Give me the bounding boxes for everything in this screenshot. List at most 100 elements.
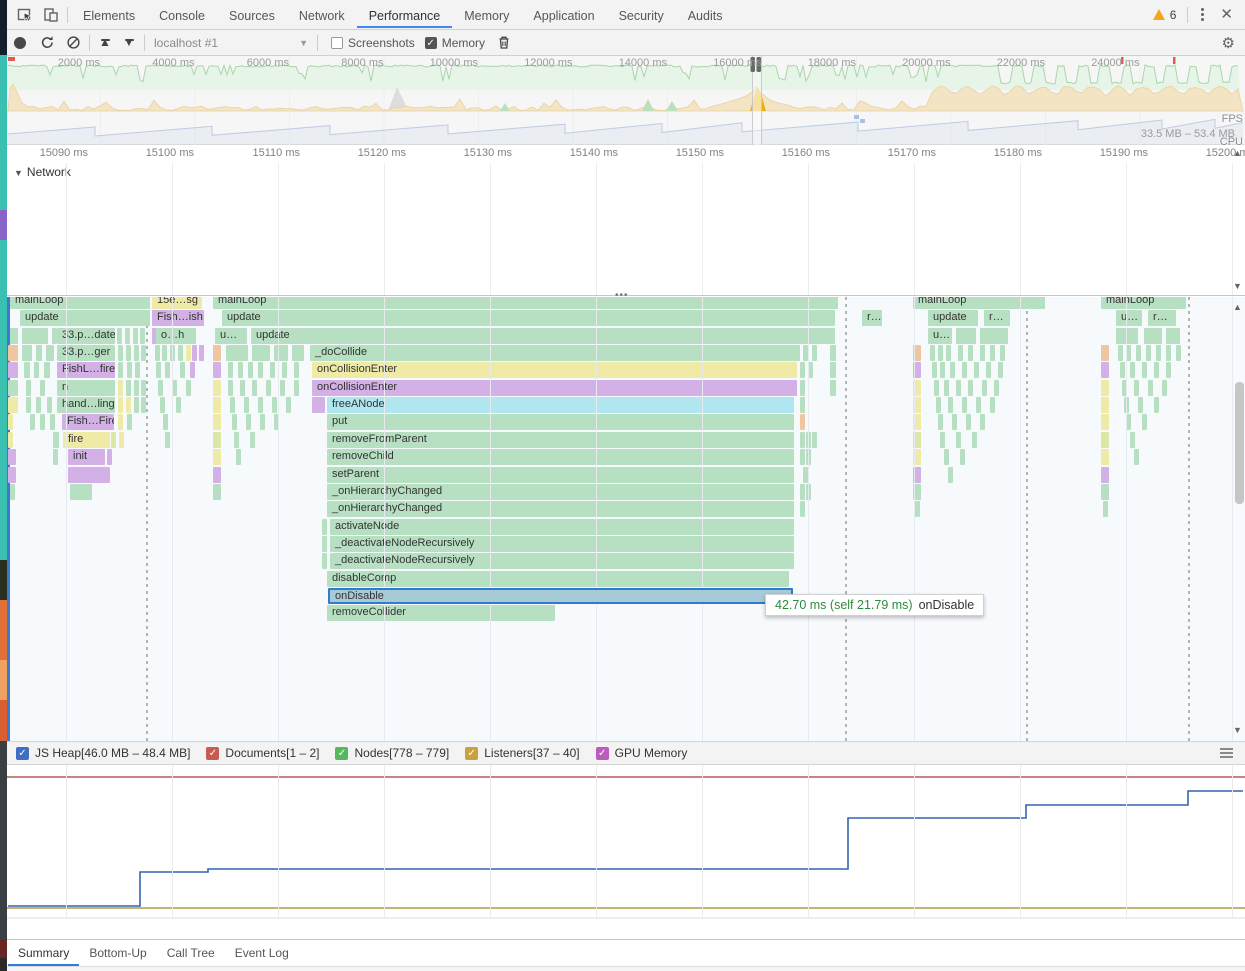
flame-bar[interactable] — [47, 397, 52, 414]
tab-network[interactable]: Network — [287, 1, 357, 28]
flame-bar[interactable] — [8, 466, 16, 483]
flame-bar[interactable] — [998, 362, 1003, 379]
flame-bar[interactable] — [8, 379, 18, 396]
flame-bar-fire[interactable]: fire — [63, 431, 110, 448]
legend-checkbox[interactable]: ✓ — [595, 746, 609, 760]
flame-bar[interactable] — [1130, 431, 1135, 448]
flame-bar[interactable] — [956, 379, 961, 396]
flame-bar[interactable] — [118, 362, 123, 379]
flame-bar[interactable] — [133, 327, 138, 344]
flame-bar-r…[interactable]: r… — [1148, 310, 1176, 327]
flame-scroll-up-icon[interactable]: ▲ — [1233, 302, 1242, 312]
flame-bar[interactable] — [213, 379, 221, 396]
flame-bar[interactable] — [940, 362, 945, 379]
flame-bar[interactable] — [248, 362, 253, 379]
flame-bar[interactable] — [118, 345, 123, 362]
flame-bar[interactable] — [213, 345, 221, 362]
flame-bar[interactable] — [246, 414, 251, 431]
load-profile-button[interactable]: ▲ — [93, 36, 117, 48]
flame-bar[interactable] — [8, 397, 18, 414]
tab-performance[interactable]: Performance — [357, 1, 453, 28]
network-section-toggle[interactable]: ▼ Network — [14, 165, 71, 179]
flame-bar[interactable] — [1142, 362, 1147, 379]
flame-bar[interactable] — [800, 414, 805, 431]
timeline-overview[interactable]: 2000 ms 4000 ms 6000 ms 8000 ms 10000 ms 1200… — [0, 56, 1245, 174]
flame-bar[interactable] — [1154, 397, 1159, 414]
flame-bar[interactable] — [244, 397, 249, 414]
flame-bar[interactable] — [141, 379, 146, 396]
flame-bar[interactable] — [126, 397, 131, 414]
flame-bar-removeFromParent[interactable]: removeFromParent — [327, 431, 794, 448]
flame-bar[interactable] — [118, 414, 123, 431]
flame-bar-init[interactable]: init — [68, 449, 105, 466]
flame-bar[interactable] — [141, 397, 146, 414]
flame-bar[interactable] — [294, 362, 299, 379]
flame-bar[interactable] — [800, 483, 805, 500]
scroll-down-icon[interactable]: ▼ — [1233, 281, 1242, 291]
flame-bar[interactable] — [994, 379, 999, 396]
flame-bar-_deactivateNodeRecursively[interactable]: _deactivateNodeRecursively — [330, 553, 794, 570]
flame-bar[interactable] — [1144, 327, 1162, 344]
screenshots-label[interactable]: Screenshots — [348, 36, 415, 50]
flame-bar[interactable] — [260, 414, 265, 431]
flame-bar[interactable] — [140, 327, 145, 344]
flame-bar[interactable] — [974, 362, 979, 379]
flame-bar[interactable] — [213, 449, 221, 466]
target-select[interactable]: localhost #1 ▼ — [154, 36, 314, 50]
flame-bar[interactable] — [134, 397, 139, 414]
flame-bar[interactable] — [192, 345, 197, 362]
screenshots-checkbox[interactable] — [331, 36, 343, 49]
flame-bar-put[interactable]: put — [327, 414, 794, 431]
flame-bar-disableComp[interactable]: disableComp — [327, 570, 789, 587]
flame-bar[interactable] — [270, 362, 275, 379]
flame-bar[interactable] — [8, 362, 18, 379]
flame-bar[interactable] — [932, 362, 937, 379]
flame-bar[interactable] — [34, 362, 39, 379]
flame-bar-removeChild[interactable]: removeChild — [327, 449, 794, 466]
flame-bar[interactable] — [22, 345, 32, 362]
flame-bar[interactable] — [1156, 345, 1161, 362]
flame-bar[interactable] — [272, 397, 277, 414]
flame-bar-setParent[interactable]: setParent — [327, 466, 794, 483]
flame-bar[interactable] — [966, 414, 971, 431]
flame-bar[interactable] — [940, 431, 945, 448]
flame-bar[interactable] — [162, 345, 167, 362]
flame-bar-r…[interactable]: r… — [984, 310, 1010, 327]
flame-bar[interactable] — [126, 379, 131, 396]
flame-bar[interactable] — [1101, 449, 1109, 466]
flame-bar[interactable] — [322, 518, 327, 535]
flame-bar-u…[interactable]: u… — [928, 327, 952, 344]
flame-bar-15e…sg[interactable]: 15e…sg — [152, 297, 202, 309]
flame-bar[interactable] — [228, 379, 233, 396]
settings-gear-icon[interactable]: ⚙ — [1222, 34, 1235, 52]
flame-bar[interactable] — [1118, 345, 1123, 362]
flame-bar-Fish…Fire[interactable]: Fish…Fire — [62, 414, 114, 431]
flame-bar[interactable] — [24, 362, 30, 379]
details-tab-bottom-up[interactable]: Bottom-Up — [79, 940, 156, 966]
flame-bar[interactable] — [956, 431, 961, 448]
flame-bar[interactable] — [1101, 397, 1109, 414]
flame-bar[interactable] — [936, 397, 941, 414]
flame-bar[interactable] — [990, 397, 995, 414]
tab-sources[interactable]: Sources — [217, 1, 287, 28]
flame-bar[interactable] — [238, 362, 243, 379]
flame-bar[interactable] — [141, 345, 146, 362]
flame-bar[interactable] — [266, 379, 271, 396]
flame-bar[interactable] — [958, 345, 963, 362]
flame-bar[interactable] — [812, 431, 817, 448]
flame-bar-mainLoop[interactable]: mainLoop — [913, 297, 1045, 309]
flame-bar[interactable] — [252, 379, 257, 396]
flame-bar[interactable] — [1101, 466, 1109, 483]
flame-bar[interactable] — [163, 414, 168, 431]
legend-checkbox[interactable]: ✓ — [16, 746, 29, 760]
flame-bar-u…[interactable]: u… — [215, 327, 247, 344]
flame-bar-activateNode[interactable]: activateNode — [330, 518, 794, 535]
details-tab-event-log[interactable]: Event Log — [225, 940, 299, 966]
flame-bar[interactable] — [1142, 414, 1147, 431]
flame-bar[interactable] — [134, 379, 139, 396]
flame-bar[interactable] — [126, 345, 131, 362]
flame-bar[interactable] — [1166, 327, 1180, 344]
flame-bar[interactable] — [976, 397, 981, 414]
flame-bar[interactable] — [280, 379, 285, 396]
flame-bar[interactable] — [1166, 362, 1171, 379]
